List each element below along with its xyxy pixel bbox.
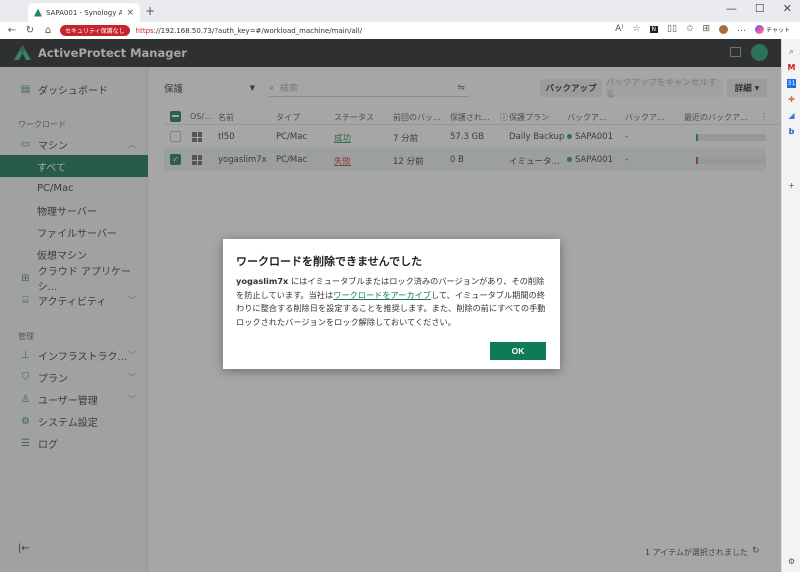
more-menu-icon[interactable]: …	[737, 24, 746, 34]
tab-title: SAPA001 - Synology ActiveProtec	[46, 8, 123, 17]
close-window-button[interactable]: ✕	[783, 2, 792, 15]
security-warning-badge[interactable]: セキュリティ保護なし	[60, 25, 130, 36]
calendar-icon[interactable]: 31	[787, 79, 796, 88]
maximize-button[interactable]: ☐	[755, 2, 765, 15]
ok-button[interactable]: OK	[490, 342, 546, 360]
browser-toolbar-icons: A⁾ ☆ N ▯▯ ✩ ⊞ … チャット	[615, 24, 790, 34]
url-scheme: https	[135, 26, 154, 35]
copilot-icon	[755, 24, 765, 34]
reload-button[interactable]: ↻	[24, 25, 36, 36]
dialog-title: ワークロードを削除できませんでした	[236, 255, 423, 268]
settings-gear-icon[interactable]: ⚙	[787, 557, 796, 566]
minimize-button[interactable]: —	[726, 2, 737, 15]
dialog-message: yogaslim7x にはイミュータブルまたはロック済みのバージョンがあり、その…	[236, 275, 548, 329]
browser-tab-bar: SAPA001 - Synology ActiveProtec × + — ☐ …	[0, 0, 800, 22]
add-app-icon[interactable]: +	[787, 181, 796, 190]
browser-tab[interactable]: SAPA001 - Synology ActiveProtec ×	[28, 3, 140, 22]
gmail-icon[interactable]: M	[787, 63, 796, 72]
collections-icon[interactable]: ⊞	[703, 24, 711, 34]
window-controls: — ☐ ✕	[726, 2, 792, 15]
address-bar[interactable]: https://192.168.50.73/?auth_key=#/worklo…	[136, 27, 362, 35]
workload-name: yogaslim7x	[236, 276, 289, 286]
extension-n-icon[interactable]: N	[649, 25, 659, 33]
copilot-button[interactable]: チャット	[755, 24, 790, 34]
browser-side-panel: ⌕ M 31 ✚ ◢ b + ⚙	[781, 39, 800, 572]
profile-avatar-icon[interactable]	[719, 24, 729, 34]
archive-workload-link[interactable]: ワークロードをアーカイブ	[333, 290, 431, 300]
new-tab-button[interactable]: +	[145, 4, 155, 18]
favorites-icon[interactable]: ✩	[686, 24, 694, 34]
tab-close-icon[interactable]: ×	[126, 8, 134, 18]
search-icon[interactable]: ⌕	[787, 47, 796, 56]
favorite-star-icon[interactable]: ☆	[632, 24, 640, 34]
copilot-label: チャット	[766, 26, 790, 34]
read-aloud-icon[interactable]: A⁾	[615, 24, 623, 34]
error-dialog: ワークロードを削除できませんでした yogaslim7x にはイミュータブルまた…	[223, 239, 560, 369]
browser-nav-bar: ← ↻ ⌂ セキュリティ保護なし https://192.168.50.73/?…	[0, 22, 800, 39]
favicon-icon	[34, 8, 42, 17]
outlook-icon[interactable]: ◢	[787, 111, 796, 120]
home-icon[interactable]: ⌂	[42, 25, 54, 36]
tools-icon[interactable]: ✚	[787, 95, 796, 104]
bing-icon[interactable]: b	[787, 127, 796, 136]
url-path: ://192.168.50.73/?auth_key=#/workload_ma…	[153, 26, 363, 35]
split-screen-icon[interactable]: ▯▯	[667, 24, 677, 34]
back-button[interactable]: ←	[6, 25, 18, 36]
